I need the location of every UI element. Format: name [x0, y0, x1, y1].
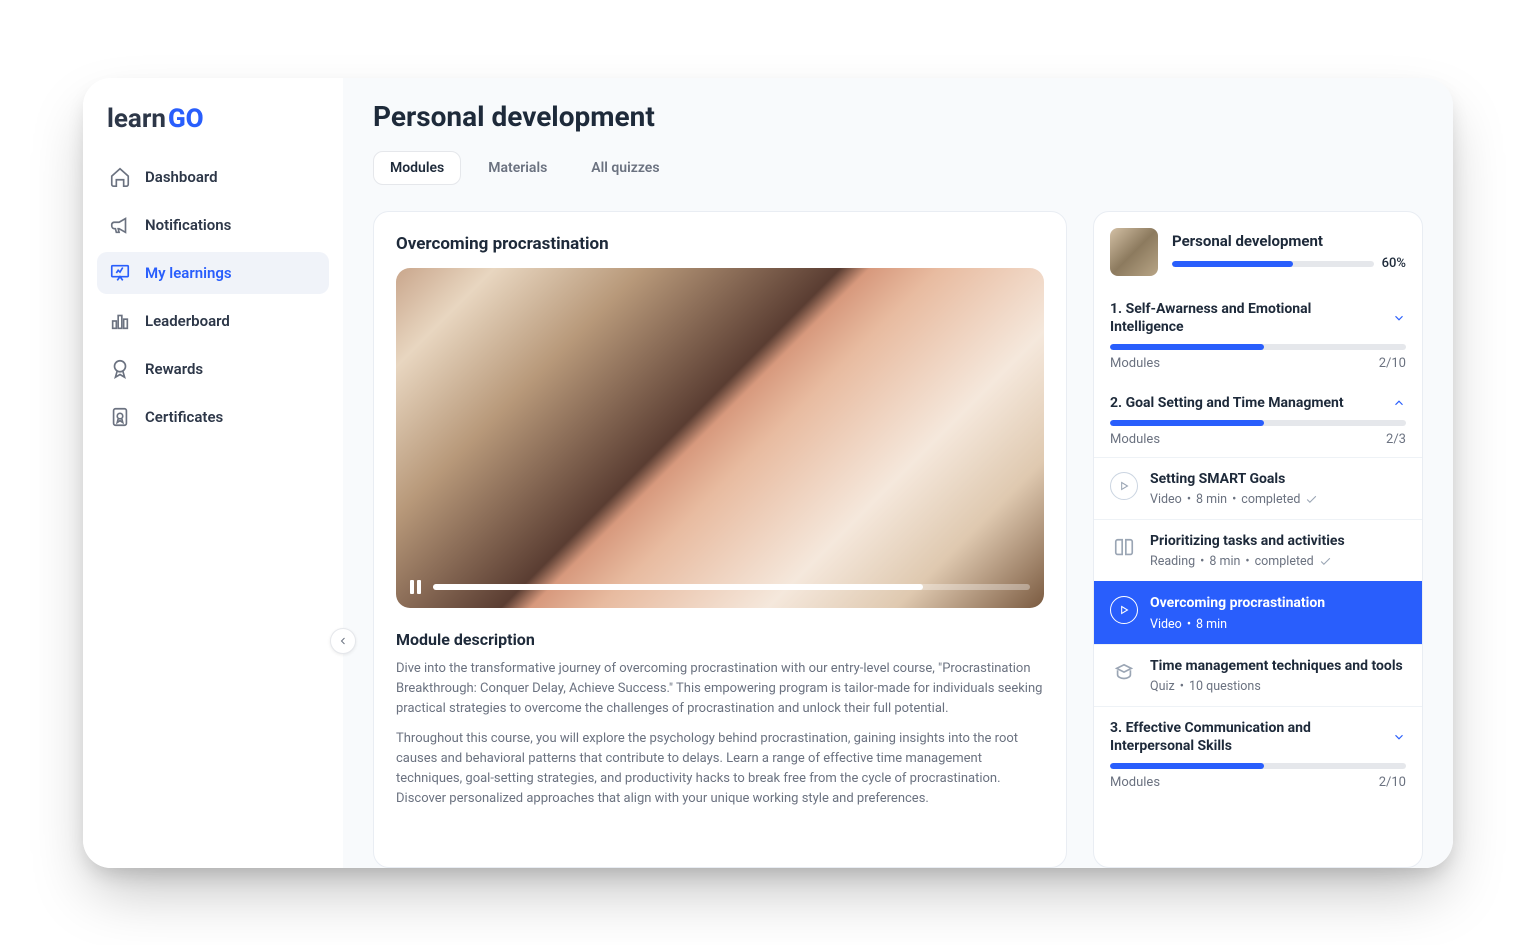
course-title: Personal development [1172, 232, 1406, 250]
play-icon [1110, 472, 1138, 500]
module-title: Overcoming procrastination [396, 234, 1044, 254]
nav-label: My learnings [145, 264, 232, 282]
description-paragraph: Throughout this course, you will explore… [396, 729, 1044, 810]
award-icon [109, 358, 131, 380]
section-progress-fill [1110, 344, 1264, 350]
section-modules-label: Modules [1110, 432, 1160, 447]
outline-section[interactable]: 1. Self-Awarness and Emotional Intellige… [1094, 288, 1422, 381]
outline-section[interactable]: 2. Goal Setting and Time Managment Modul… [1094, 381, 1422, 457]
home-icon [109, 166, 131, 188]
logo: learnGO [97, 104, 329, 150]
description-paragraph: Dive into the transformative journey of … [396, 659, 1044, 719]
play-icon [1110, 596, 1138, 624]
description-heading: Module description [396, 630, 1044, 649]
lesson-meta: Video • 8 min • completed [1150, 492, 1406, 507]
chart-icon [109, 310, 131, 332]
section-title: 1. Self-Awarness and Emotional Intellige… [1110, 300, 1384, 336]
lesson-meta: Quiz • 10 questions [1150, 679, 1406, 694]
certificate-icon [109, 406, 131, 428]
tab-quizzes[interactable]: All quizzes [574, 151, 676, 185]
nav-label: Dashboard [145, 168, 218, 186]
tab-materials[interactable]: Materials [471, 151, 564, 185]
sidebar: learnGO Dashboard Notifications My learn… [83, 78, 343, 868]
video-player[interactable] [396, 268, 1044, 608]
lesson-meta: Reading • 8 min • completed [1150, 554, 1406, 569]
video-controls [410, 580, 1030, 594]
book-icon [1110, 534, 1138, 562]
check-icon [1305, 493, 1318, 506]
nav-label: Leaderboard [145, 312, 230, 330]
course-thumbnail [1110, 228, 1158, 276]
presentation-icon [109, 262, 131, 284]
section-count: 2/10 [1379, 356, 1406, 371]
nav-notifications[interactable]: Notifications [97, 204, 329, 246]
tab-modules[interactable]: Modules [373, 151, 461, 185]
chevron-down-icon [1392, 730, 1406, 744]
nav-dashboard[interactable]: Dashboard [97, 156, 329, 198]
main: Personal development Modules Materials A… [343, 78, 1453, 868]
tabs: Modules Materials All quizzes [373, 151, 1423, 185]
logo-part1: learn [107, 104, 166, 134]
course-progress-fill [1172, 261, 1293, 267]
section-progress-bar [1110, 420, 1406, 426]
content-row: Overcoming procrastination Module descri… [343, 185, 1453, 868]
lesson-title: Prioritizing tasks and activities [1150, 532, 1406, 550]
course-progress-percent: 60% [1382, 256, 1406, 271]
nav-label: Notifications [145, 216, 231, 234]
section-count: 2/3 [1386, 432, 1406, 447]
page-title: Personal development [373, 100, 1423, 133]
lesson-title: Setting SMART Goals [1150, 470, 1406, 488]
pause-button[interactable] [410, 580, 421, 594]
section-progress-bar [1110, 344, 1406, 350]
chevron-down-icon [1392, 311, 1406, 325]
section-progress-bar [1110, 763, 1406, 769]
sidebar-collapse-toggle[interactable] [330, 628, 356, 654]
megaphone-icon [109, 214, 131, 236]
course-progress-bar [1172, 261, 1374, 267]
lesson-title: Time management techniques and tools [1150, 657, 1406, 675]
course-header: Personal development 60% [1094, 212, 1422, 288]
course-outline-panel: Personal development 60% 1. Self-Awarnes… [1093, 211, 1423, 868]
section-title: 3. Effective Communication and Interpers… [1110, 719, 1384, 755]
lesson-item[interactable]: Setting SMART Goals Video • 8 min • comp… [1094, 457, 1422, 519]
nav-leaderboard[interactable]: Leaderboard [97, 300, 329, 342]
section-progress-fill [1110, 763, 1264, 769]
section-title: 2. Goal Setting and Time Managment [1110, 394, 1344, 412]
quiz-icon [1110, 659, 1138, 687]
lesson-title: Overcoming procrastination [1150, 594, 1406, 612]
section-progress-fill [1110, 420, 1264, 426]
nav-my-learnings[interactable]: My learnings [97, 252, 329, 294]
chevron-left-icon [337, 635, 349, 647]
nav-rewards[interactable]: Rewards [97, 348, 329, 390]
section-modules-label: Modules [1110, 775, 1160, 790]
lesson-item[interactable]: Time management techniques and tools Qui… [1094, 644, 1422, 706]
nav-label: Certificates [145, 408, 223, 426]
nav-label: Rewards [145, 360, 203, 378]
lesson-meta: Video • 8 min [1150, 617, 1406, 632]
header: Personal development Modules Materials A… [343, 78, 1453, 185]
lesson-item[interactable]: Prioritizing tasks and activities Readin… [1094, 519, 1422, 581]
chevron-up-icon [1392, 396, 1406, 410]
lesson-item-current[interactable]: Overcoming procrastination Video • 8 min [1094, 581, 1422, 643]
nav-certificates[interactable]: Certificates [97, 396, 329, 438]
logo-part2: GO [168, 104, 204, 134]
check-icon [1319, 555, 1332, 568]
outline-section[interactable]: 3. Effective Communication and Interpers… [1094, 706, 1422, 800]
app-card: learnGO Dashboard Notifications My learn… [83, 78, 1453, 868]
section-modules-label: Modules [1110, 356, 1160, 371]
section-count: 2/10 [1379, 775, 1406, 790]
video-progress-fill [433, 584, 923, 590]
video-progress-track[interactable] [433, 584, 1030, 590]
module-card: Overcoming procrastination Module descri… [373, 211, 1067, 868]
